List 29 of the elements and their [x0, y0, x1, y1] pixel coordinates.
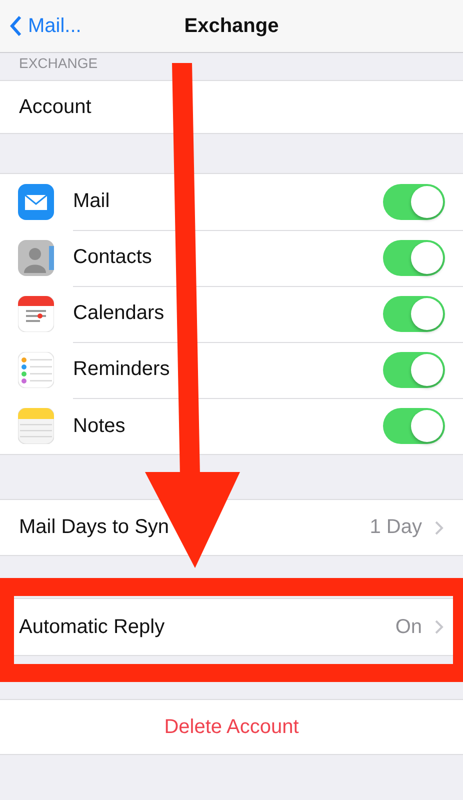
toggle-switch[interactable] — [383, 352, 445, 388]
row-label: Calendars — [73, 302, 164, 325]
toggle-switch[interactable] — [383, 296, 445, 332]
checklist-icon — [18, 352, 54, 388]
toggle-switch[interactable] — [383, 184, 445, 220]
calendar-icon — [18, 296, 54, 332]
notepad-icon — [18, 408, 54, 444]
row-label: Account — [19, 96, 92, 118]
envelope-icon — [18, 184, 54, 220]
row-label: Mail — [73, 190, 110, 213]
back-button[interactable]: Mail... — [0, 14, 82, 38]
toggle-switch[interactable] — [383, 408, 445, 444]
toggle-switch[interactable] — [383, 240, 445, 276]
contact-card-icon — [18, 240, 54, 276]
row-value: 1 Day — [370, 516, 422, 539]
screen-title: Exchange — [183, 14, 280, 38]
row-label: Automatic Reply — [19, 616, 165, 638]
row-label: Reminders — [73, 358, 170, 381]
row-label: Mail Days to Syn — [19, 516, 170, 539]
chevron-left-icon — [10, 15, 22, 37]
row-label: Notes — [73, 414, 126, 438]
chevron-right-icon — [434, 520, 444, 536]
section-header: EXCHANGE — [18, 54, 99, 73]
delete-account-button[interactable]: Delete Account — [156, 712, 307, 742]
account-row[interactable]: Account — [0, 80, 463, 134]
chevron-right-icon — [434, 619, 444, 635]
row-label: Contacts — [73, 246, 152, 269]
settings-row[interactable]: Mail Days to Syn 1 Day — [0, 499, 463, 556]
row-value: On — [395, 616, 422, 638]
